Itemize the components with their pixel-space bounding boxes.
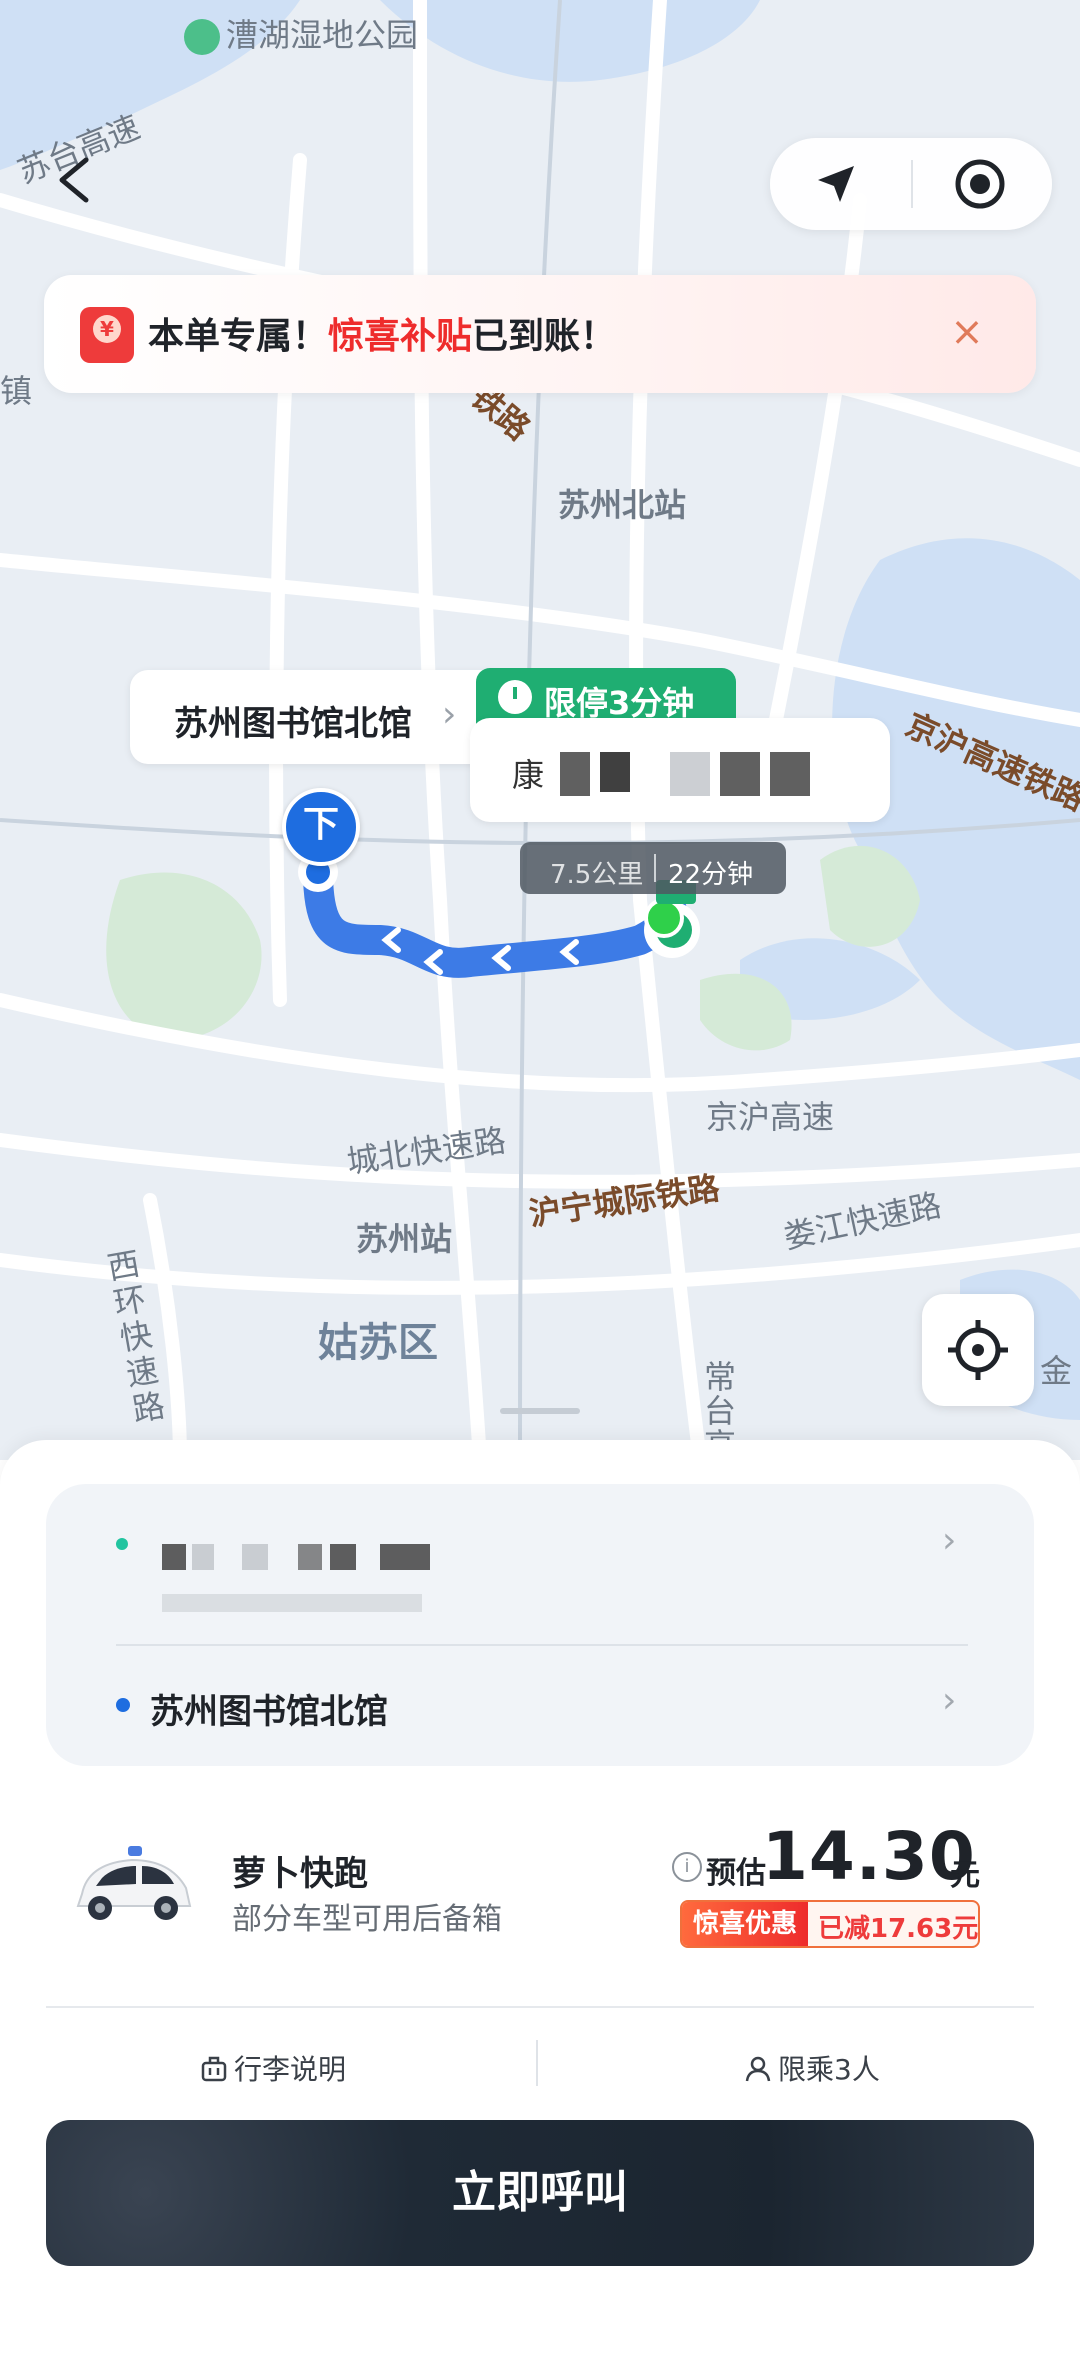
dropoff-pin[interactable]: 下 — [282, 788, 360, 866]
origin-dot-icon — [116, 1538, 128, 1550]
park-icon — [184, 19, 220, 55]
destination-address: 苏州图书馆北馆 — [150, 1692, 388, 1732]
destination-tag-label: 苏州图书馆北馆 — [174, 704, 412, 744]
control-divider — [911, 160, 913, 208]
currency-unit: 元 — [950, 1858, 980, 1893]
masked-text — [162, 1544, 186, 1570]
map-label-jin: 金 — [1040, 1352, 1073, 1390]
chevron-right-icon: › — [942, 1520, 957, 1561]
origin-row[interactable]: › — [46, 1484, 1034, 1644]
distance-duration-pill: 7.5公里 22分钟 — [520, 842, 786, 894]
chevron-right-icon: › — [942, 1680, 957, 1721]
masked-text — [770, 752, 810, 796]
address-panel: › 苏州图书馆北馆 › — [46, 1484, 1034, 1766]
route-duration: 22分钟 — [668, 860, 754, 890]
person-icon — [745, 2056, 771, 2082]
pickup-point-card[interactable]: 康 — [470, 718, 890, 822]
chevron-right-icon: › — [442, 694, 457, 735]
passenger-limit[interactable]: 限乘3人 — [744, 2048, 880, 2088]
masked-text — [330, 1544, 356, 1570]
masked-text — [720, 752, 760, 796]
luggage-info-link[interactable]: 行李说明 — [200, 2048, 346, 2088]
subsidy-banner[interactable]: ¥ 本单专属！惊喜补贴已到账！ × — [44, 275, 1036, 393]
promo-tag: 惊喜优惠 — [682, 1902, 808, 1946]
masked-text — [380, 1544, 430, 1570]
masked-text — [242, 1544, 268, 1570]
recenter-button[interactable] — [922, 1294, 1034, 1406]
pickup-code: 康 — [512, 756, 545, 794]
bottom-sheet: › 苏州图书馆北馆 › 萝卜快跑 部分车型可用后备箱 i 预估 14.30 元 … — [0, 1408, 1080, 2376]
masked-text — [600, 752, 630, 792]
service-name: 萝卜快跑 — [232, 1854, 368, 1894]
clock-icon — [498, 680, 532, 714]
masked-text — [192, 1544, 214, 1570]
service-option[interactable]: 萝卜快跑 部分车型可用后备箱 i 预估 14.30 元 惊喜优惠 已减17.63… — [0, 1818, 1080, 1970]
section-divider — [46, 2006, 1034, 2008]
map-label-gusu: 姑苏区 — [318, 1320, 438, 1366]
promo-discount: 已减17.63元 — [818, 1914, 979, 1944]
luggage-icon — [201, 2056, 227, 2082]
info-icon[interactable]: i — [672, 1852, 702, 1882]
service-subtitle: 部分车型可用后备箱 — [232, 1902, 502, 1937]
close-icon[interactable]: × — [944, 309, 990, 355]
map-view[interactable]: 漕湖湿地公园 苏台高速 铁路 镇 苏州北站 京沪高速铁路 京沪高速 城北快速路 … — [0, 0, 1080, 1460]
destination-row[interactable]: 苏州图书馆北馆 › — [46, 1646, 1034, 1766]
map-label-suzhou-station: 苏州站 — [356, 1220, 453, 1258]
masked-text — [162, 1594, 422, 1612]
masked-text — [670, 752, 710, 796]
destination-tag[interactable]: 苏州图书馆北馆 › — [130, 670, 508, 764]
banner-text: 本单专属！惊喜补贴已到账！ — [148, 316, 617, 357]
destination-dot-icon — [116, 1698, 130, 1712]
call-now-button[interactable]: 立即呼叫 — [46, 2120, 1034, 2266]
masked-text — [560, 752, 590, 796]
estimate-label: 预估 — [706, 1856, 766, 1891]
route-distance: 7.5公里 — [550, 860, 644, 890]
target-location-icon[interactable] — [952, 156, 1008, 212]
back-arrow-icon[interactable] — [46, 150, 106, 210]
map-control-pill — [770, 138, 1052, 230]
footer-divider — [536, 2040, 538, 2086]
red-packet-icon: ¥ — [80, 307, 134, 363]
estimated-price: 14.30 — [762, 1818, 976, 1895]
robotaxi-car-icon — [76, 1846, 192, 1920]
promo-badge: 惊喜优惠 已减17.63元 — [680, 1900, 980, 1948]
navigation-arrow-icon[interactable] — [812, 160, 860, 208]
sheet-drag-handle[interactable] — [500, 1408, 580, 1414]
map-label-zhen: 镇 — [0, 372, 33, 410]
map-label-park: 漕湖湿地公园 — [184, 10, 418, 56]
crosshair-icon — [948, 1320, 1008, 1380]
masked-text — [298, 1544, 322, 1570]
map-label-jinghu-hwy: 京沪高速 — [706, 1098, 835, 1136]
map-label-suzhou-north: 苏州北站 — [558, 486, 687, 524]
